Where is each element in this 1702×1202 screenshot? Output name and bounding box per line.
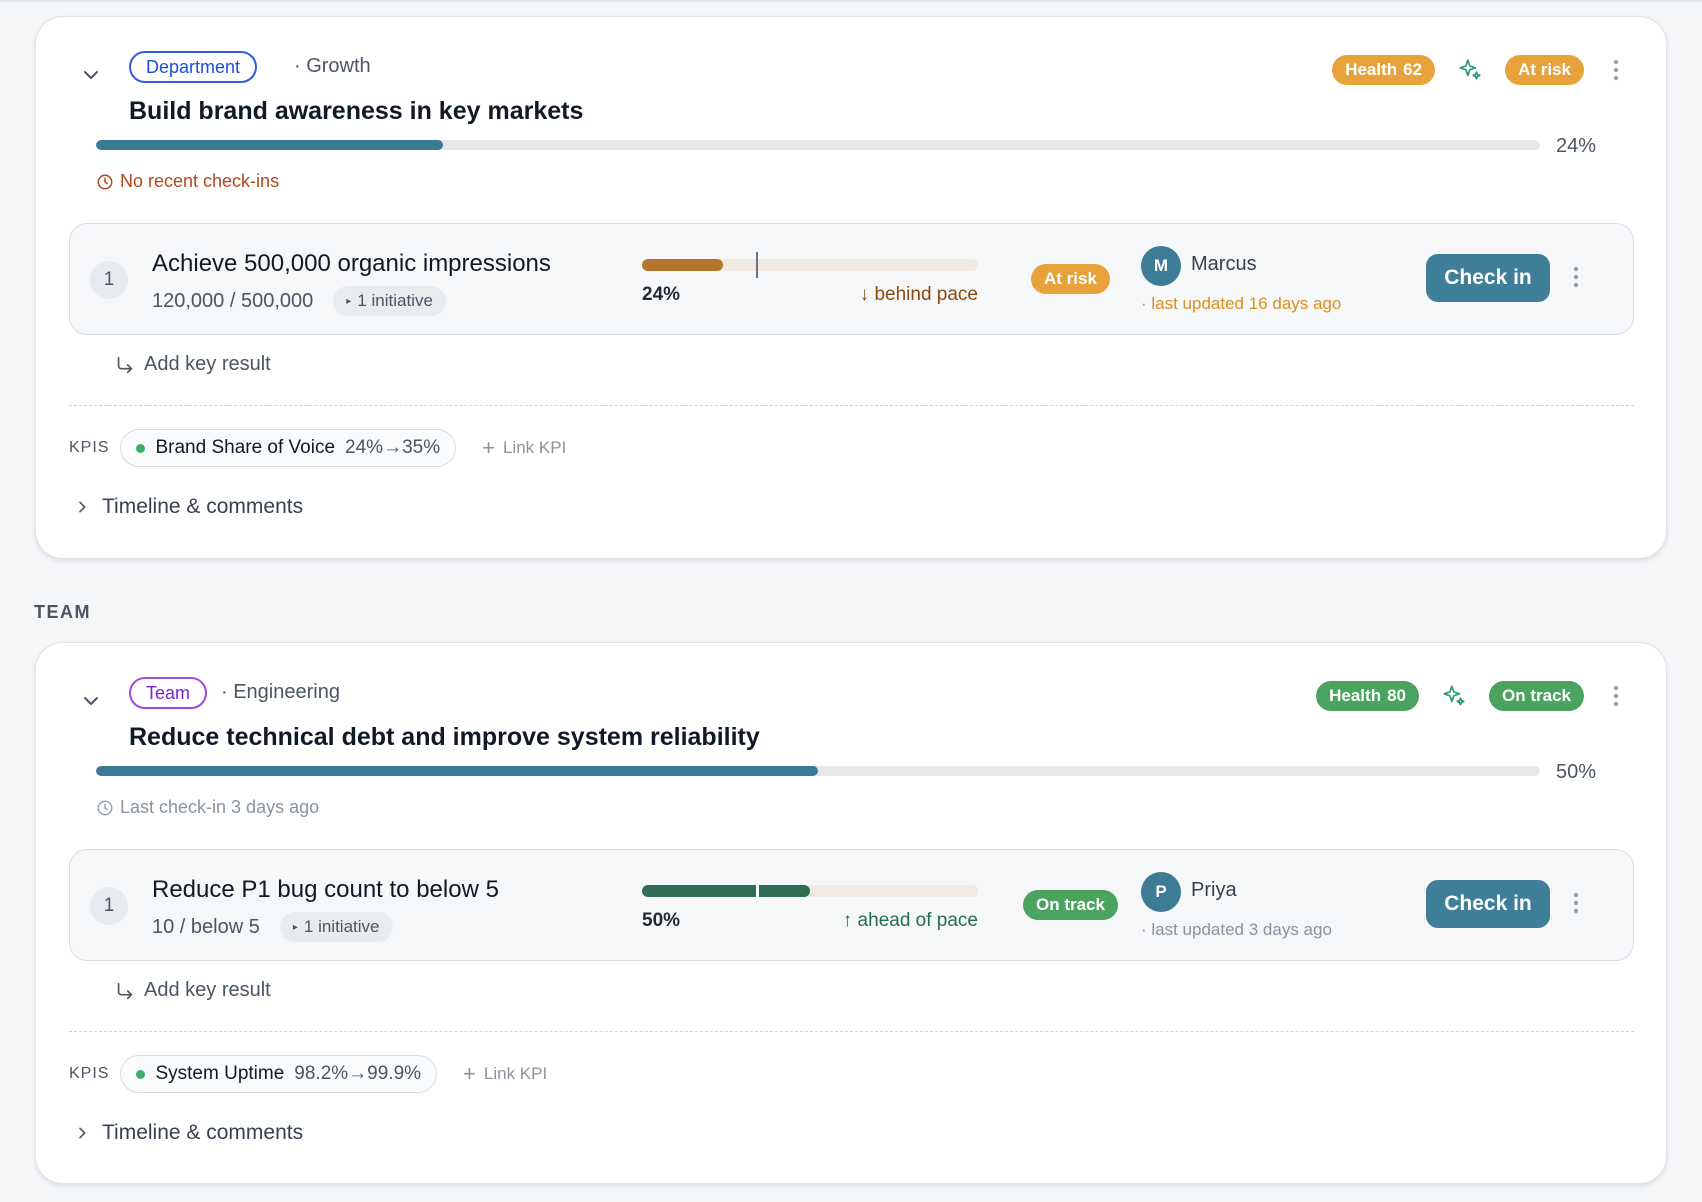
objective-card: Team · Engineering Reduce technical debt… [35, 642, 1667, 1184]
key-result-progress-bar [642, 885, 978, 897]
subdirectory-arrow-icon [117, 356, 133, 373]
last-updated-text: · last updated 16 days ago [1141, 294, 1342, 313]
kpi-status-dot [136, 1069, 146, 1079]
check-in-button[interactable]: Check in [1426, 254, 1550, 302]
objective-owner: · Growth [294, 55, 371, 77]
plus-icon: + [463, 1061, 476, 1086]
key-result-meta: 10 / below 5 ▸ 1 initiative [152, 912, 393, 942]
objective-status-badge[interactable]: On track [1489, 681, 1584, 711]
key-result-progress-fill [642, 259, 723, 271]
objective-owner: · Engineering [221, 681, 340, 703]
last-checkin-note: Last check-in 3 days ago [96, 797, 319, 818]
chevron-right-icon: ▸ [346, 296, 352, 307]
key-result-title[interactable]: Achieve 500,000 organic impressions [152, 250, 551, 278]
avatar[interactable]: M [1141, 246, 1181, 286]
objective-progress-bar [96, 766, 1540, 776]
plus-icon: + [482, 435, 495, 460]
kpi-name: System Uptime [155, 1063, 285, 1084]
expected-pace-marker [756, 252, 759, 278]
avatar[interactable]: P [1141, 872, 1181, 912]
objective-more-icon[interactable] [1606, 57, 1626, 83]
ai-sparkle-icon[interactable] [1441, 683, 1467, 709]
objective-progress-percent: 50% [1555, 761, 1596, 783]
key-result-more-icon[interactable] [1566, 264, 1586, 290]
health-badge[interactable]: Health 62 [1332, 55, 1436, 85]
chevron-right-icon: ▸ [292, 922, 298, 933]
objective-header-actions: Health 80 On track [1316, 681, 1626, 711]
kpi-name: Brand Share of Voice [155, 437, 336, 458]
key-result-status-badge[interactable]: On track [1023, 890, 1118, 920]
kpis-label: KPIS [69, 1065, 110, 1082]
kpis-row: KPIS Brand Share of Voice 24%→35% + Link… [69, 429, 566, 467]
objective-progress-percent: 24% [1555, 135, 1596, 157]
section-heading-team: TEAM [34, 602, 91, 622]
timeline-comments-toggle[interactable]: Timeline & comments [74, 495, 303, 519]
key-result-index: 1 [90, 887, 128, 925]
link-kpi-button[interactable]: + Link KPI [463, 1063, 547, 1085]
objective-type-pill[interactable]: Team [129, 677, 208, 709]
objective-type-pill[interactable]: Department [129, 51, 258, 83]
initiative-chip[interactable]: ▸ 1 initiative [279, 912, 393, 942]
key-result-row[interactable]: 1 Reduce P1 bug count to below 5 10 / be… [69, 849, 1634, 961]
check-in-button[interactable]: Check in [1426, 880, 1550, 928]
chevron-right-icon [79, 501, 86, 513]
key-result-meta: 120,000 / 500,000 ▸ 1 initiative [152, 286, 446, 316]
add-key-result-button[interactable]: Add key result [114, 979, 271, 1002]
objective-status-badge[interactable]: At risk [1505, 55, 1584, 85]
health-badge[interactable]: Health 80 [1316, 681, 1420, 711]
kpi-chip[interactable]: Brand Share of Voice 24%→35% [120, 429, 457, 467]
objective-more-icon[interactable] [1606, 683, 1626, 709]
ai-sparkle-icon[interactable] [1457, 57, 1483, 83]
clock-icon [97, 800, 113, 815]
collapse-chevron-icon[interactable] [79, 689, 103, 713]
add-key-result-button[interactable]: Add key result [114, 353, 271, 376]
kpi-range: 98.2%→99.9% [294, 1063, 422, 1084]
objective-progress-bar [96, 140, 1540, 150]
checkin-warning: No recent check-ins [96, 171, 279, 192]
kpi-status-dot [136, 443, 146, 453]
objective-title[interactable]: Build brand awareness in key markets [129, 97, 583, 126]
objective-title[interactable]: Reduce technical debt and improve system… [129, 723, 760, 752]
top-divider [0, 0, 1702, 2]
clock-icon [97, 174, 113, 189]
objective-header-actions: Health 62 At risk [1332, 55, 1626, 85]
key-result-index: 1 [90, 261, 128, 299]
key-result-progress-fill [642, 885, 810, 897]
kpi-range: 24%→35% [345, 437, 441, 458]
timeline-comments-toggle[interactable]: Timeline & comments [74, 1121, 303, 1145]
expected-pace-marker [756, 885, 760, 897]
owner-name: Priya [1191, 879, 1237, 901]
last-updated-text: · last updated 3 days ago [1141, 920, 1332, 939]
key-result-progress-text: 10 / below 5 [152, 915, 260, 938]
collapse-chevron-icon[interactable] [79, 63, 103, 87]
pace-indicator: ↑ ahead of pace [842, 910, 978, 931]
subdirectory-arrow-icon [117, 982, 133, 999]
key-result-title[interactable]: Reduce P1 bug count to below 5 [152, 876, 499, 904]
objective-progress-fill [96, 766, 818, 776]
section-divider [69, 1031, 1634, 1032]
kpis-label: KPIS [69, 439, 110, 456]
objective-card: Department · Growth Build brand awarenes… [35, 16, 1667, 559]
key-result-row[interactable]: 1 Achieve 500,000 organic impressions 12… [69, 223, 1634, 335]
chevron-right-icon [79, 1127, 86, 1139]
link-kpi-button[interactable]: + Link KPI [482, 437, 566, 459]
section-divider [69, 405, 1634, 406]
key-result-more-icon[interactable] [1566, 890, 1586, 916]
key-result-status-badge[interactable]: At risk [1031, 264, 1110, 294]
kpi-chip[interactable]: System Uptime 98.2%→99.9% [120, 1055, 438, 1093]
pace-indicator: ↓ behind pace [859, 284, 978, 305]
kpis-row: KPIS System Uptime 98.2%→99.9% + Link KP… [69, 1055, 547, 1093]
owner-name: Marcus [1191, 253, 1257, 275]
key-result-progress-bar [642, 252, 978, 278]
initiative-chip[interactable]: ▸ 1 initiative [333, 286, 446, 316]
objective-progress-fill [96, 140, 443, 150]
key-result-progress-text: 120,000 / 500,000 [152, 289, 314, 312]
